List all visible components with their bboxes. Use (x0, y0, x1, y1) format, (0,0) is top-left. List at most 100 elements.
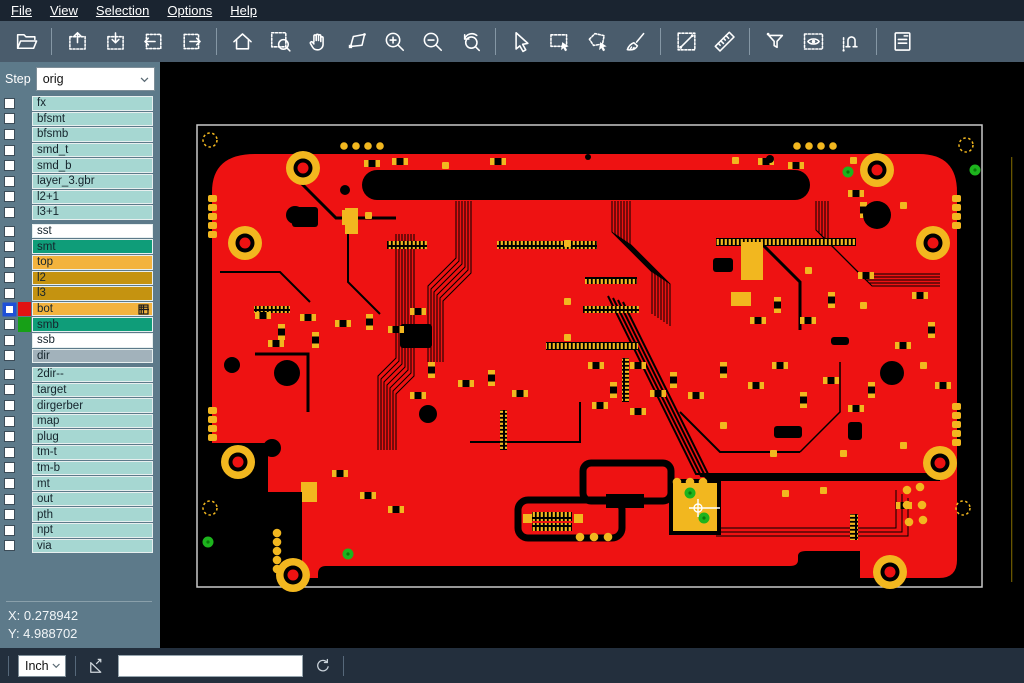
layer-checkbox-pth[interactable] (4, 509, 15, 520)
layer-label-fx[interactable]: fx (32, 96, 153, 111)
layer-checkbox-mt[interactable] (4, 478, 15, 489)
layer-row-sst[interactable]: sst (0, 224, 160, 239)
layer-label-map[interactable]: map (32, 414, 153, 429)
menu-file[interactable]: File (2, 2, 41, 19)
layer-checkbox-map[interactable] (4, 416, 15, 427)
layer-checkbox-tm-b[interactable] (4, 462, 15, 473)
open-file-button[interactable] (11, 27, 41, 57)
filter-button[interactable] (760, 27, 790, 57)
layer-checkbox-2dir--[interactable] (4, 369, 15, 380)
layer-checkbox-top[interactable] (4, 257, 15, 268)
angle-tool-button[interactable] (85, 654, 109, 678)
menu-options[interactable]: Options (158, 2, 221, 19)
clean-button[interactable] (620, 27, 650, 57)
layer-checkbox-l3[interactable] (4, 288, 15, 299)
zoom-in-button[interactable] (379, 27, 409, 57)
layer-row-target[interactable]: target (0, 383, 160, 398)
zoom-out-button[interactable] (417, 27, 447, 57)
select-polygon-button[interactable] (582, 27, 612, 57)
menu-selection[interactable]: Selection (87, 2, 158, 19)
layer-checkbox-target[interactable] (4, 384, 15, 395)
layer-row-plug[interactable]: plug (0, 429, 160, 444)
layer-label-smb[interactable]: smb (32, 317, 153, 332)
layer-label-bot[interactable]: bot (32, 302, 153, 317)
layer-checkbox-smt[interactable] (4, 241, 15, 252)
layer-checkbox-plug[interactable] (4, 431, 15, 442)
command-input[interactable] (118, 655, 303, 677)
layer-row-2dir--[interactable]: 2dir-- (0, 367, 160, 382)
layer-row-dir[interactable]: dir (0, 349, 160, 364)
layer-checkbox-l3+1[interactable] (4, 207, 15, 218)
layer-label-sst[interactable]: sst (32, 224, 153, 239)
menu-help[interactable]: Help (221, 2, 266, 19)
layer-row-bot[interactable]: bot (0, 302, 160, 317)
layer-checkbox-bfsmb[interactable] (4, 129, 15, 140)
layer-label-pth[interactable]: pth (32, 507, 153, 522)
layer-checkbox-ssb[interactable] (4, 335, 15, 346)
layer-row-top[interactable]: top (0, 255, 160, 270)
select-rect-button[interactable] (544, 27, 574, 57)
layer-label-smd_t[interactable]: smd_t (32, 143, 153, 158)
layer-checkbox-bfsmt[interactable] (4, 113, 15, 124)
layer-row-l3[interactable]: l3 (0, 286, 160, 301)
layer-label-dir[interactable]: dir (32, 349, 153, 364)
layer-row-tm-b[interactable]: tm-b (0, 461, 160, 476)
layer-label-layer_3.gbr[interactable]: layer_3.gbr (32, 174, 153, 189)
layer-row-l2[interactable]: l2 (0, 271, 160, 286)
layer-label-smd_b[interactable]: smd_b (32, 158, 153, 173)
layer-checkbox-tm-t[interactable] (4, 447, 15, 458)
pan-button[interactable] (303, 27, 333, 57)
layer-label-l2[interactable]: l2 (32, 271, 153, 286)
layer-row-dirgerber[interactable]: dirgerber (0, 398, 160, 413)
layer-row-l2+1[interactable]: l2+1 (0, 190, 160, 205)
move-left-button[interactable] (138, 27, 168, 57)
layer-label-2dir--[interactable]: 2dir-- (32, 367, 153, 382)
layer-label-tm-b[interactable]: tm-b (32, 461, 153, 476)
layer-label-bfsmt[interactable]: bfsmt (32, 112, 153, 127)
layer-row-smd_t[interactable]: smd_t (0, 143, 160, 158)
layer-row-mt[interactable]: mt (0, 476, 160, 491)
unit-select[interactable]: Inch (18, 655, 66, 677)
layer-row-out[interactable]: out (0, 492, 160, 507)
layer-label-l2+1[interactable]: l2+1 (32, 190, 153, 205)
layer-label-tm-t[interactable]: tm-t (32, 445, 153, 460)
layer-checkbox-layer_3.gbr[interactable] (4, 176, 15, 187)
move-right-button[interactable] (176, 27, 206, 57)
layer-row-l3+1[interactable]: l3+1 (0, 205, 160, 220)
select-button[interactable] (506, 27, 536, 57)
layer-row-smb[interactable]: smb (0, 317, 160, 332)
zoom-previous-button[interactable] (455, 27, 485, 57)
zoom-home-button[interactable] (227, 27, 257, 57)
ruler-button[interactable] (709, 27, 739, 57)
layer-checkbox-out[interactable] (4, 494, 15, 505)
layer-row-bfsmt[interactable]: bfsmt (0, 112, 160, 127)
menu-view[interactable]: View (41, 2, 87, 19)
layer-row-ssb[interactable]: ssb (0, 333, 160, 348)
layer-label-ssb[interactable]: ssb (32, 333, 153, 348)
layer-checkbox-via[interactable] (4, 540, 15, 551)
layer-row-fx[interactable]: fx (0, 96, 160, 111)
zoom-object-button[interactable] (341, 27, 371, 57)
layer-checkbox-fx[interactable] (4, 98, 15, 109)
layer-row-smt[interactable]: smt (0, 239, 160, 254)
layer-label-smt[interactable]: smt (32, 239, 153, 254)
layer-checkbox-bot[interactable] (4, 304, 15, 315)
layer-label-bfsmb[interactable]: bfsmb (32, 127, 153, 142)
layer-label-via[interactable]: via (32, 539, 153, 554)
measure-button[interactable] (671, 27, 701, 57)
layer-row-tm-t[interactable]: tm-t (0, 445, 160, 460)
layer-row-map[interactable]: map (0, 414, 160, 429)
layer-row-pth[interactable]: pth (0, 507, 160, 522)
layer-row-layer_3.gbr[interactable]: layer_3.gbr (0, 174, 160, 189)
layer-row-via[interactable]: via (0, 539, 160, 554)
layer-row-smd_b[interactable]: smd_b (0, 158, 160, 173)
layer-checkbox-dirgerber[interactable] (4, 400, 15, 411)
move-up-button[interactable] (62, 27, 92, 57)
layer-row-bfsmb[interactable]: bfsmb (0, 127, 160, 142)
layer-checkbox-sst[interactable] (4, 226, 15, 237)
move-down-button[interactable] (100, 27, 130, 57)
layer-checkbox-l2[interactable] (4, 272, 15, 283)
layer-label-l3[interactable]: l3 (32, 286, 153, 301)
refresh-button[interactable] (312, 655, 334, 677)
layer-label-dirgerber[interactable]: dirgerber (32, 398, 153, 413)
